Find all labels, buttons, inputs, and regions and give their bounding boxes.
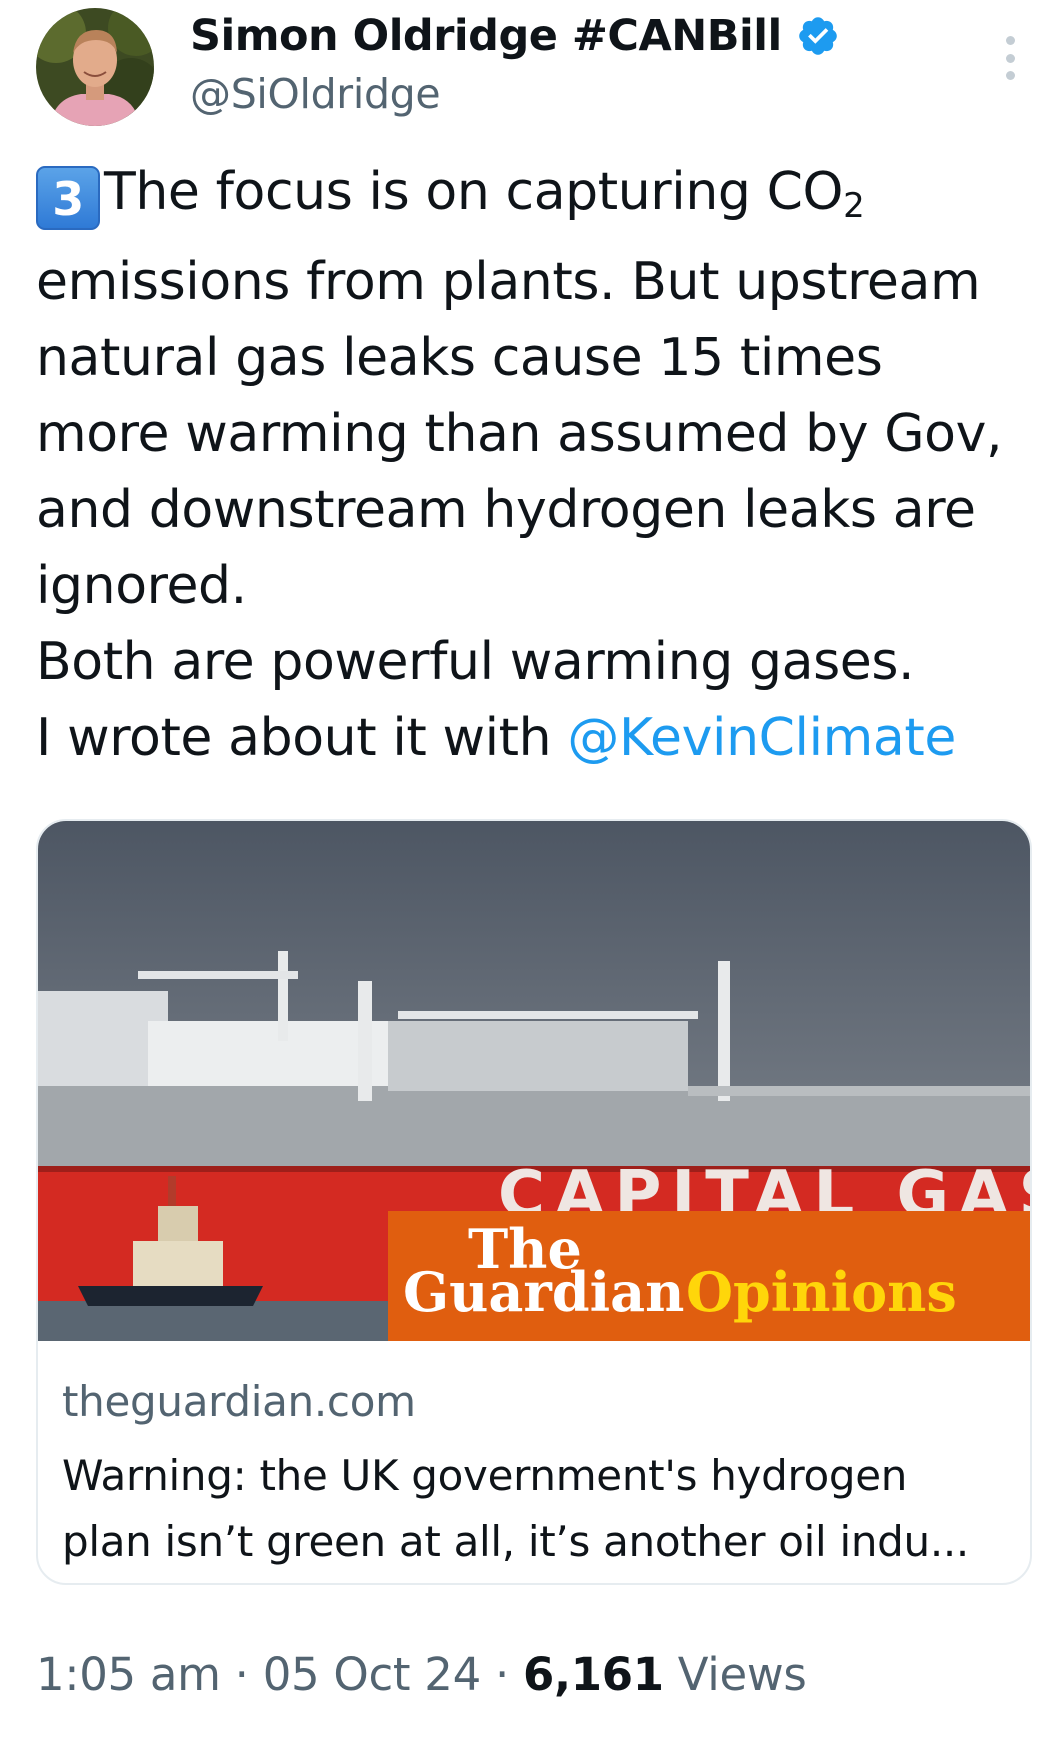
views-count: 6,161 <box>522 1648 664 1701</box>
mention-link[interactable]: @KevinClimate <box>567 708 956 768</box>
subscript-two: 2 <box>843 186 865 226</box>
avatar[interactable] <box>36 8 154 126</box>
tweet-author: Simon Oldridge #CANBill @SiOldridge <box>190 8 840 118</box>
keycap-three-emoji: 3 <box>36 166 100 230</box>
author-name[interactable]: Simon Oldridge #CANBill <box>190 11 782 61</box>
tweet-line-5: and downstream hydrogen leaks are <box>36 480 976 540</box>
more-options-icon[interactable] <box>1004 36 1016 80</box>
views-label: Views <box>663 1648 807 1701</box>
card-title: Warning: the UK government's hydrogen pl… <box>62 1451 969 1566</box>
tweet-line-8: I wrote about it with @KevinClimate <box>36 708 956 768</box>
card-domain: theguardian.com <box>62 1377 416 1426</box>
opinions-text: Opinions <box>686 1260 957 1324</box>
tweet-line-2: emissions from plants. But upstream <box>36 252 981 312</box>
tweet-line-1: 3 The focus is on capturing CO2 <box>36 154 1026 244</box>
verified-badge-icon[interactable] <box>796 14 840 58</box>
tweet-meta: 1:05 am · 05 Oct 24 · 6,161 Views <box>36 1648 807 1701</box>
tweet-line-7: Both are powerful warming gases. <box>36 632 915 692</box>
tweet-line-4: more warming than assumed by Gov, <box>36 404 1003 464</box>
guardian-wordmark-text: Guardian <box>403 1260 684 1324</box>
link-preview-card[interactable]: CAPITAL GAS The Guardian Opinions thegua… <box>36 819 1032 1585</box>
tweet-line-3: natural gas leaks cause 15 times <box>36 328 883 388</box>
tweet-time[interactable]: 1:05 am <box>36 1648 221 1701</box>
tweet-text: 3 The focus is on capturing CO2 emissions… <box>36 154 1026 776</box>
avatar-photo <box>36 8 154 126</box>
tweet-line-6: ignored. <box>36 556 247 616</box>
tweet-date[interactable]: 05 Oct 24 <box>263 1648 482 1701</box>
author-handle[interactable]: @SiOldridge <box>190 70 840 118</box>
article-image: CAPITAL GAS The Guardian Opinions <box>38 821 1030 1341</box>
